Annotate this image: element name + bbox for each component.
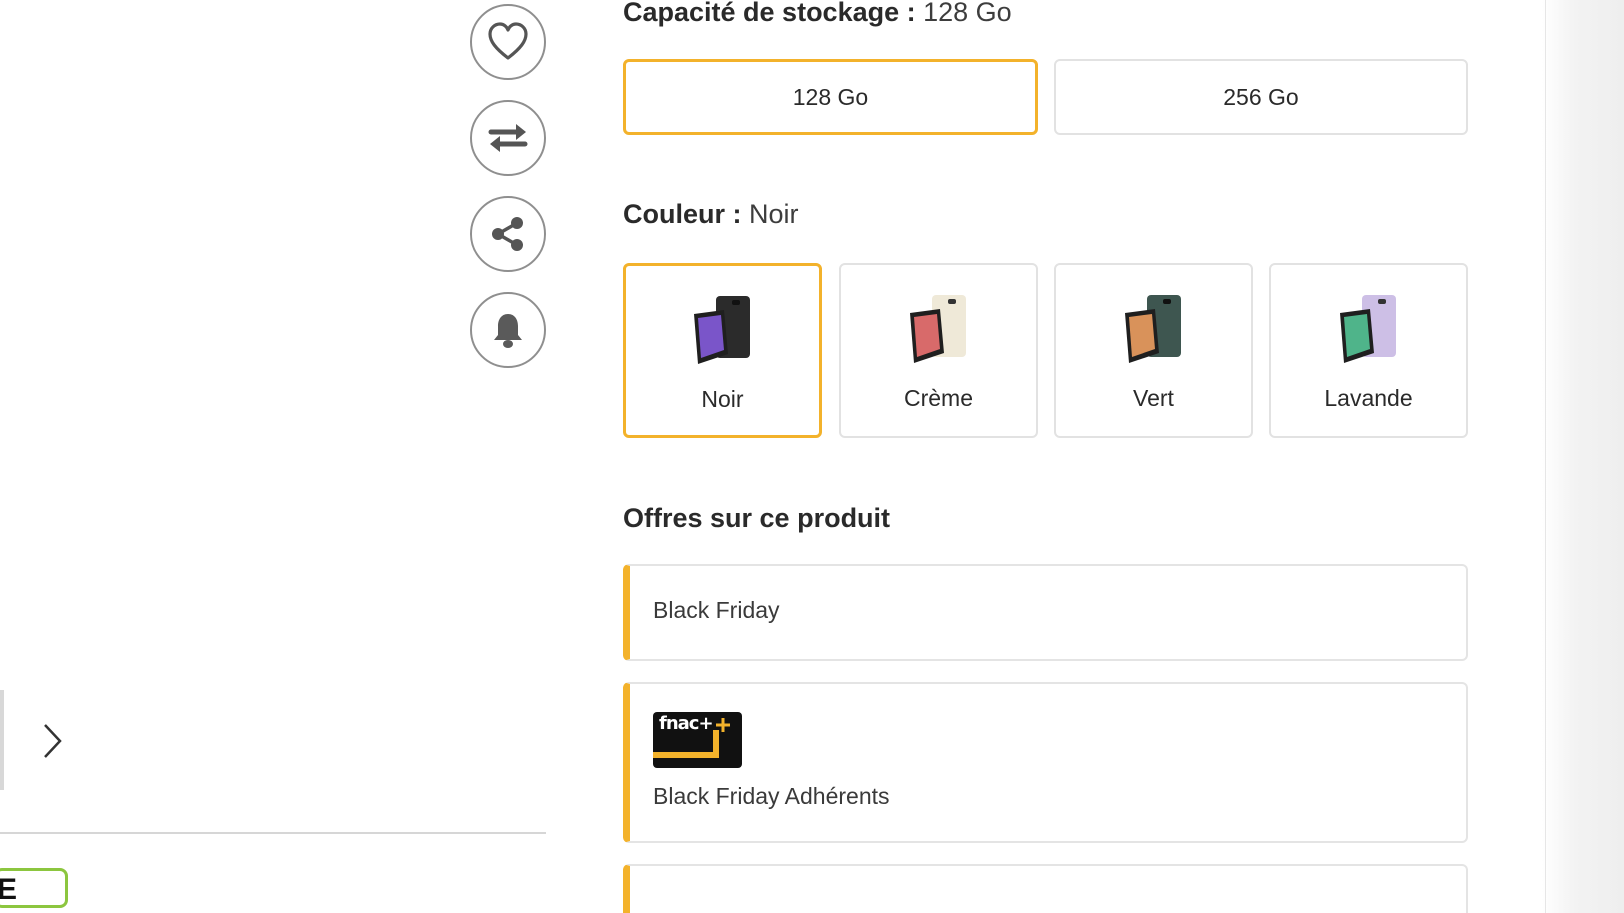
share-button[interactable] (470, 196, 546, 272)
favorite-button[interactable] (470, 4, 546, 80)
offers-title-label: Offres sur ce produit (623, 503, 891, 533)
color-option-lavande[interactable]: Lavande (1269, 263, 1468, 438)
color-option-label: Vert (1133, 385, 1174, 411)
offer-card-black-friday[interactable]: Black Friday (623, 564, 1468, 661)
energy-label-badge[interactable]: E (0, 868, 68, 908)
offer-label: Black Friday Adhérents (653, 783, 890, 809)
compare-arrows-icon (488, 124, 528, 152)
storage-title: Capacité de stockage : 128 Go (623, 0, 1012, 28)
storage-selected-value: 128 Go (923, 0, 1012, 27)
color-title: Couleur : Noir (623, 199, 799, 230)
share-icon (492, 217, 523, 251)
fnac-logo-mark (653, 718, 730, 758)
fnac-plus-logo: fnac+ (653, 712, 742, 768)
color-option-label: Noir (701, 386, 744, 412)
offers-title: Offres sur ce produit (623, 503, 890, 534)
chevron-right-icon (44, 724, 62, 758)
color-option-label: Lavande (1324, 385, 1413, 411)
energy-label-text: E (0, 873, 17, 905)
heart-icon (488, 22, 528, 60)
phone-thumbnail-image (1339, 295, 1396, 363)
page-edge-divider (1545, 0, 1546, 913)
alert-button[interactable] (470, 292, 546, 368)
color-option-creme[interactable]: Crème (839, 263, 1038, 438)
phone-thumbnail-image (1124, 295, 1181, 363)
offer-label: Black Friday (653, 597, 780, 623)
storage-option-256[interactable]: 256 Go (1054, 59, 1468, 135)
phone-thumbnail-image (693, 296, 750, 364)
compare-button[interactable] (470, 100, 546, 176)
color-option-label: Crème (903, 385, 973, 411)
color-option-vert[interactable]: Vert (1054, 263, 1253, 438)
storage-option-128[interactable]: 128 Go (623, 59, 1038, 135)
offer-card-partial[interactable] (623, 864, 1468, 913)
storage-option-label: 256 Go (1223, 83, 1299, 110)
gallery-next-button[interactable] (30, 714, 74, 768)
scrollbar-track[interactable] (1542, 0, 1624, 913)
color-option-noir[interactable]: Noir (623, 263, 822, 438)
gallery-thumbnail-edge (0, 690, 4, 790)
storage-option-label: 128 Go (792, 83, 869, 110)
product-page: E Capacité de stockage : 128 Go 128 Go 2… (0, 0, 1624, 913)
offer-card-black-friday-adherents[interactable]: fnac+ Black Friday Adhérents (623, 682, 1468, 843)
color-selected-value: Noir (749, 199, 799, 229)
bell-icon (494, 314, 522, 348)
color-title-label: Couleur : (623, 199, 749, 229)
phone-thumbnail-image (909, 295, 966, 363)
storage-title-label: Capacité de stockage : (623, 0, 924, 27)
section-divider (0, 832, 546, 834)
